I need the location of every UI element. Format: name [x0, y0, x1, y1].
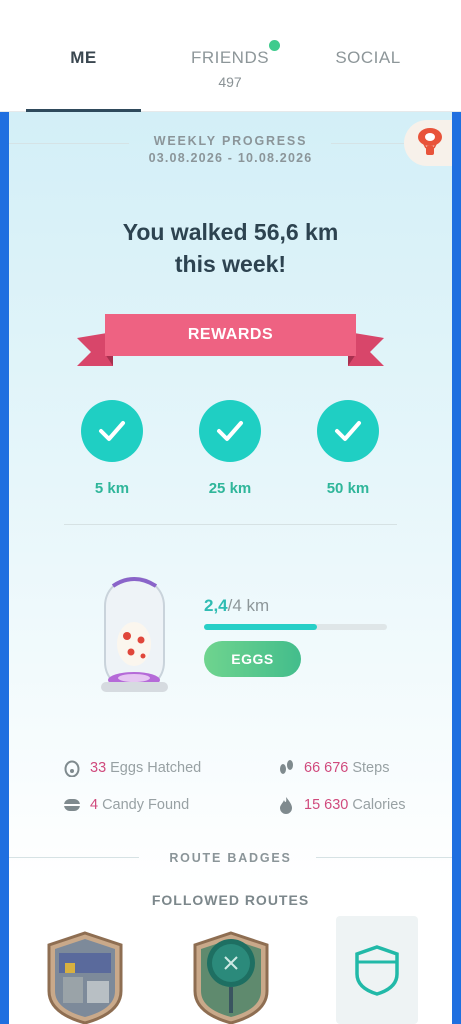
milestone-check — [317, 400, 379, 462]
tab-friends-label: FRIENDS — [190, 48, 270, 67]
stat-calories: 15 630 Calories — [276, 795, 406, 815]
footsteps-icon — [276, 758, 296, 778]
steps-count: 66 676 — [304, 760, 349, 776]
egg-progress-fill — [204, 624, 318, 630]
weekly-progress-panel[interactable]: WEEKLY PROGRESS 03.08.2026 - 10.08.2026 … — [9, 112, 452, 1024]
tab-social[interactable]: SOCIAL — [318, 0, 418, 112]
tab-me[interactable]: ME — [26, 0, 141, 112]
egg-progress-bar — [204, 624, 387, 630]
tab-friends[interactable]: FRIENDS 497 — [170, 0, 290, 112]
eggs-hatched-label: Eggs Hatched — [110, 760, 202, 776]
milestone-5km[interactable]: 5 km — [72, 400, 152, 497]
frame-border-left — [0, 112, 9, 1024]
weekly-progress-title: WEEKLY PROGRESS — [153, 134, 308, 148]
milestone-label: 50 km — [326, 480, 370, 497]
calories-count: 15 630 — [304, 797, 349, 813]
tab-me-label: ME — [70, 48, 97, 67]
tab-social-label: SOCIAL — [335, 48, 401, 67]
weekly-headline: You walked 56,6 km this week! — [9, 216, 452, 280]
milestone-25km[interactable]: 25 km — [190, 400, 270, 497]
steps-label: Steps — [352, 760, 390, 776]
route-badge-1[interactable] — [45, 931, 125, 1024]
candy-label: Candy Found — [102, 797, 190, 813]
rewards-label: REWARDS — [187, 326, 274, 343]
notification-dot — [269, 40, 280, 51]
balloon-avatar-button[interactable] — [404, 120, 452, 166]
headline-line-2: this week! — [174, 251, 287, 277]
egg-distance-text: 2,4/4 km — [204, 596, 269, 616]
route-badge-empty-slot[interactable] — [336, 916, 418, 1024]
section-divider — [64, 524, 397, 525]
checkmark-icon — [99, 421, 125, 441]
candy-count: 4 — [90, 797, 99, 813]
egg-distance-total: /4 km — [227, 596, 270, 615]
shield-icon — [355, 945, 399, 996]
route-badges-title: ROUTE BADGES — [169, 851, 292, 865]
milestone-50km[interactable]: 50 km — [308, 400, 388, 497]
followed-routes-title: FOLLOWED ROUTES — [151, 892, 310, 908]
egg-distance-current: 2,4 — [204, 596, 228, 615]
route-badge-2[interactable] — [191, 931, 271, 1024]
balloon-icon — [418, 128, 442, 155]
checkmark-icon — [217, 421, 243, 441]
eggs-hatched-count: 33 — [90, 760, 107, 776]
stat-candy: 4 Candy Found — [62, 795, 189, 815]
stat-eggs-hatched: 33 Eggs Hatched — [62, 758, 201, 778]
milestone-check — [199, 400, 261, 462]
milestone-label: 25 km — [208, 480, 252, 497]
frame-border-right — [452, 112, 461, 1024]
headline-line-1: You walked 56,6 km — [122, 219, 339, 245]
milestone-check — [81, 400, 143, 462]
eggs-button[interactable]: EGGS — [204, 641, 301, 677]
weekly-date-range: 03.08.2026 - 10.08.2026 — [148, 151, 313, 165]
egg-incubator-image[interactable] — [97, 574, 172, 702]
milestone-label: 5 km — [94, 480, 130, 497]
checkmark-icon — [335, 421, 361, 441]
candy-icon — [62, 795, 82, 815]
calories-label: Calories — [352, 797, 406, 813]
flame-icon — [276, 795, 296, 815]
egg-icon — [62, 758, 82, 778]
friends-count: 497 — [218, 74, 242, 90]
top-tab-bar: ME FRIENDS 497 SOCIAL — [0, 0, 461, 112]
stat-steps: 66 676 Steps — [276, 758, 389, 778]
